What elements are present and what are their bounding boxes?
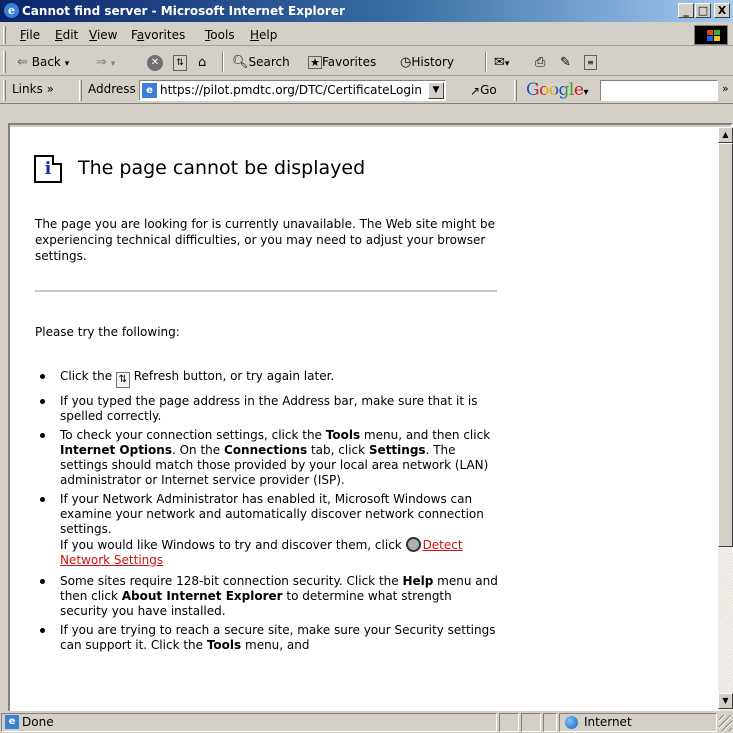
google-grip[interactable] <box>514 80 517 101</box>
minimize-button[interactable]: _ <box>678 3 694 18</box>
info-icon: i <box>34 155 62 183</box>
zone-pane: Internet <box>559 713 717 732</box>
list-item: If you typed the page address in the Add… <box>40 394 500 424</box>
history-button[interactable]: ◷History <box>400 53 454 71</box>
go-button[interactable]: ↗Go <box>470 81 497 99</box>
google-logo[interactable]: Google▾ <box>526 79 588 104</box>
back-button[interactable]: ⇐ Back ▾ <box>17 53 69 71</box>
toolbar-separator <box>485 52 487 72</box>
address-url: https://pilot.pmdtc.org/DTC/CertificateL… <box>160 83 422 97</box>
links-toolbar[interactable]: Links » <box>12 82 54 96</box>
history-icon: ◷ <box>400 54 412 70</box>
ie-logo-icon: e <box>4 3 19 18</box>
forward-button[interactable]: ⇒ ▾ <box>96 53 115 71</box>
page-content: i The page cannot be displayed The page … <box>10 127 718 711</box>
discuss-button[interactable]: ≡ <box>584 53 597 71</box>
page-icon: e <box>142 83 157 98</box>
menu-edit[interactable]: Edit <box>55 28 78 42</box>
tips-list: Click the ⇅ Refresh button, or try again… <box>40 369 500 657</box>
toolbar-grip[interactable] <box>3 51 6 73</box>
status-bar: e Done Internet <box>0 711 733 733</box>
print-icon: ⎙ <box>535 54 546 70</box>
chevron-down-icon[interactable]: ▾ <box>505 59 510 69</box>
back-arrow-icon: ⇐ <box>17 54 28 70</box>
address-bar: Links » Address e https://pilot.pmdtc.or… <box>0 77 733 104</box>
menu-bar: File Edit View Favorites Tools Help <box>0 24 733 46</box>
mail-icon: ✉ <box>494 54 505 70</box>
refresh-icon: ⇅ <box>115 372 130 388</box>
address-label: Address <box>88 82 136 96</box>
list-item: Click the ⇅ Refresh button, or try again… <box>40 369 500 388</box>
status-text-pane: e Done <box>1 713 497 732</box>
refresh-button[interactable]: ⇅ <box>173 53 187 71</box>
address-input[interactable]: e https://pilot.pmdtc.org/DTC/Certificat… <box>139 80 446 101</box>
browser-window: e Cannot find server - Microsoft Interne… <box>0 0 733 733</box>
list-item: If your Network Administrator has enable… <box>40 492 500 568</box>
globe-icon <box>565 716 578 729</box>
menu-tools[interactable]: Tools <box>205 28 235 42</box>
status-pane <box>521 713 541 732</box>
maximize-button[interactable]: □ <box>695 3 711 18</box>
scroll-up-button[interactable]: ▲ <box>718 127 733 143</box>
vertical-scrollbar[interactable]: ▲ ▼ <box>718 127 733 711</box>
scroll-down-button[interactable]: ▼ <box>718 693 733 709</box>
scroll-thumb[interactable] <box>718 143 733 547</box>
google-search-input[interactable] <box>600 80 718 101</box>
resize-grip[interactable] <box>719 715 732 731</box>
search-button[interactable]: 🔍︎Search <box>232 53 290 71</box>
favorites-icon: ★ <box>308 56 322 69</box>
standard-toolbar: ⇐ Back ▾ ⇒ ▾ ✕ ⇅ ⌂ 🔍︎Search ★ Favorites ◷… <box>0 48 733 76</box>
list-item: Some sites require 128-bit connection se… <box>40 574 500 619</box>
address-dropdown-button[interactable]: ▼ <box>428 82 444 99</box>
home-icon: ⌂ <box>198 54 207 70</box>
list-item: To check your connection settings, click… <box>40 428 500 488</box>
status-pane <box>543 713 557 732</box>
menu-help[interactable]: Help <box>250 28 277 42</box>
ie-page-icon: e <box>5 715 19 729</box>
toolbar-overflow-chevron[interactable]: » <box>722 82 729 95</box>
forward-arrow-icon: ⇒ <box>96 54 107 70</box>
divider <box>35 290 497 292</box>
list-item: If you are trying to reach a secure site… <box>40 623 500 653</box>
page-title: The page cannot be displayed <box>78 157 366 179</box>
home-button[interactable]: ⌂ <box>198 53 206 71</box>
close-button[interactable]: X <box>714 3 730 18</box>
chevron-down-icon[interactable]: ▾ <box>65 59 70 69</box>
menu-view[interactable]: View <box>89 28 117 42</box>
chevron-down-icon[interactable]: ▾ <box>111 59 116 69</box>
address-grip[interactable] <box>79 80 82 101</box>
links-grip[interactable] <box>3 80 6 101</box>
window-title: Cannot find server - Microsoft Internet … <box>22 4 345 18</box>
try-label: Please try the following: <box>35 325 180 339</box>
stop-button[interactable]: ✕ <box>147 53 163 71</box>
intro-text: The page you are looking for is currentl… <box>35 217 495 263</box>
print-button[interactable]: ⎙ <box>535 53 545 71</box>
stop-icon: ✕ <box>147 54 163 71</box>
toolbar-separator <box>222 52 224 72</box>
windows-logo-icon <box>694 25 728 45</box>
go-arrow-icon: ↗ <box>470 83 481 98</box>
menu-favorites[interactable]: Favorites <box>131 28 185 42</box>
refresh-icon: ⇅ <box>173 54 187 71</box>
favorites-button[interactable]: ★ Favorites <box>308 53 376 71</box>
edit-icon: ✎ <box>560 54 571 70</box>
detect-network-icon[interactable] <box>405 537 421 552</box>
menu-grip[interactable] <box>3 26 6 44</box>
mail-button[interactable]: ✉▾ <box>494 53 509 71</box>
status-pane <box>499 713 519 732</box>
discuss-icon: ≡ <box>584 55 597 70</box>
title-bar[interactable]: e Cannot find server - Microsoft Interne… <box>0 0 733 22</box>
search-icon: 🔍︎ <box>232 54 249 70</box>
menu-file[interactable]: File <box>20 28 40 42</box>
edit-button[interactable]: ✎ <box>560 53 571 71</box>
